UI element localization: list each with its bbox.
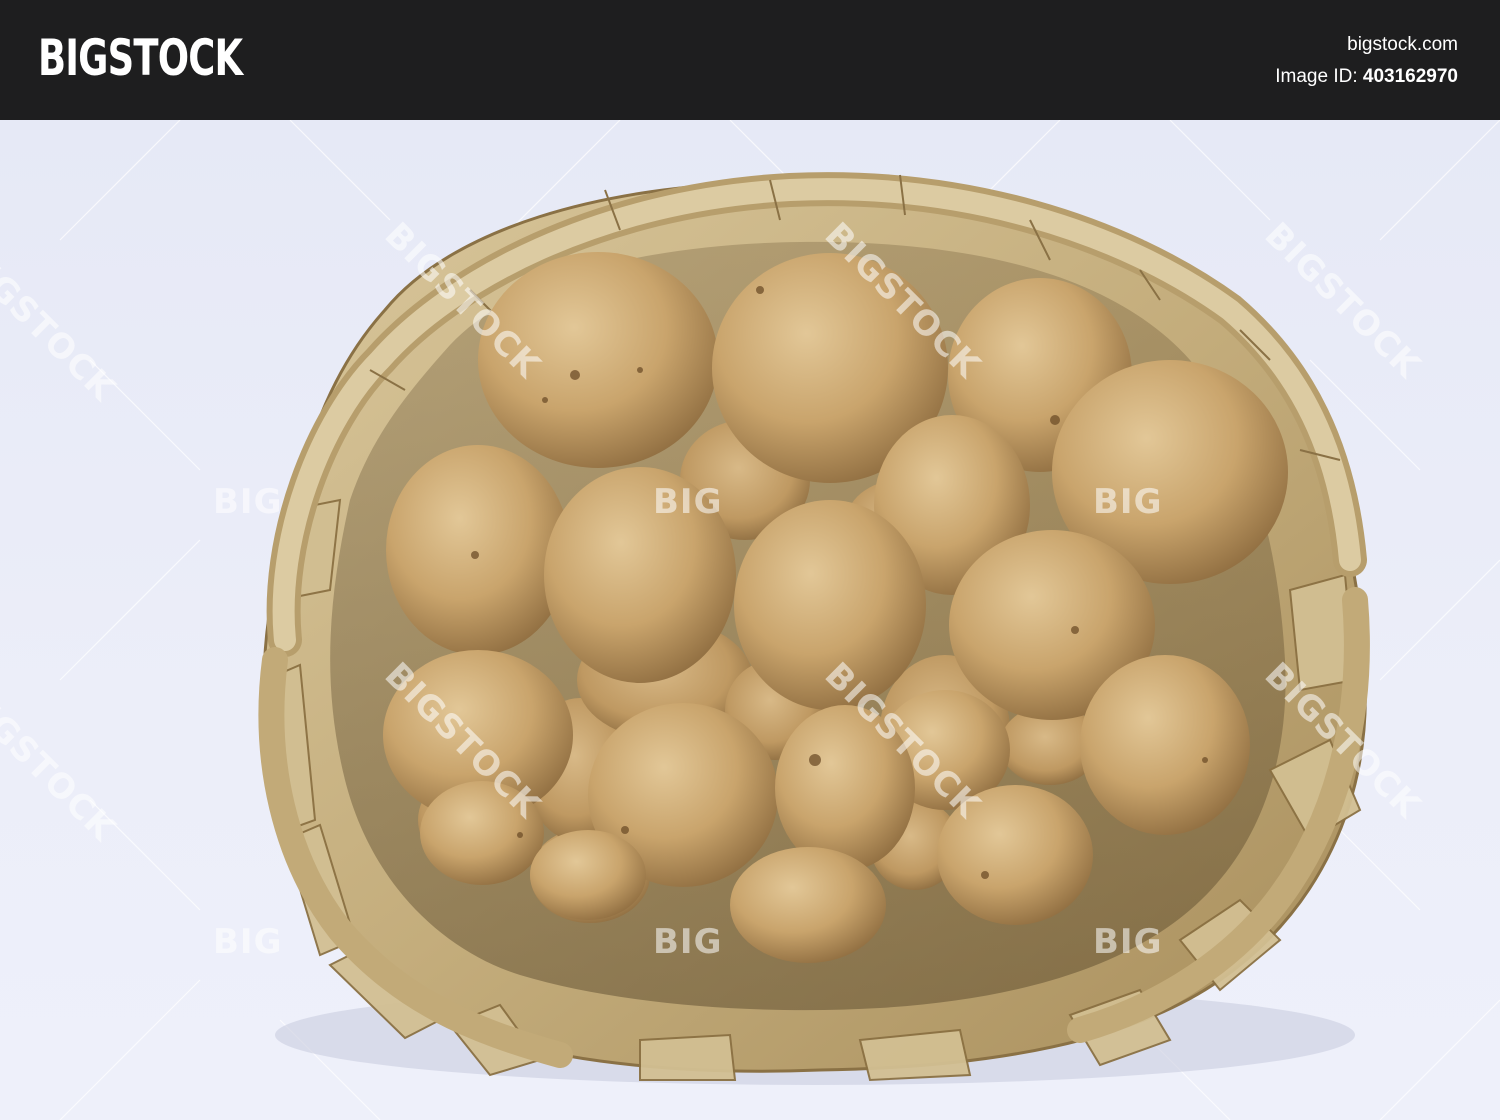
watermark-short: BIG (1093, 482, 1163, 522)
watermark-short: BIG (653, 482, 723, 522)
image-id-value: 403162970 (1362, 66, 1458, 87)
watermark-short: BIG (213, 482, 283, 522)
watermark-short: BIG (213, 922, 283, 962)
watermark-short: BIG (1093, 922, 1163, 962)
image-id-label: Image ID: (1275, 66, 1358, 87)
image-info: bigstock.com Image ID: 403162970 (1275, 34, 1458, 88)
watermark-short: BIG (653, 922, 723, 962)
bigstock-logo[interactable]: BIGSTOCK (38, 30, 243, 86)
site-url[interactable]: bigstock.com (1275, 34, 1458, 56)
potato-basket-illustration (59, 120, 1500, 1120)
image-id-line: Image ID: 403162970 (1275, 66, 1458, 88)
top-banner: BIGSTOCK bigstock.com Image ID: 40316297… (0, 0, 1500, 120)
stock-photo: BIGSTOCK BIGSTOCK BIGSTOCK BIGSTOCK BIGS… (0, 120, 1500, 1120)
